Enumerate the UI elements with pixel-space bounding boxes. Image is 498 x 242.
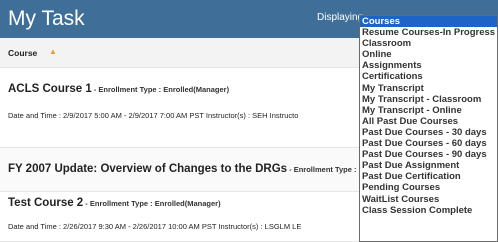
course-column-header[interactable]: Course xyxy=(8,48,37,58)
enrollment-type: - Enrollment Type : Enrolled(Manager) xyxy=(91,85,230,94)
dropdown-option-pending-courses[interactable]: Pending Courses xyxy=(360,182,497,193)
enrollment-type: - Enrollment Type : Enrolled(Manager) xyxy=(83,199,221,208)
course-schedule: Date and Time : 2/26/2017 9:30 AM - 2/26… xyxy=(8,222,302,231)
dropdown-option-classroom[interactable]: Classroom xyxy=(360,38,497,49)
dropdown-option-class-session-complete[interactable]: Class Session Complete xyxy=(360,205,497,216)
dropdown-option-online[interactable]: Online xyxy=(360,49,497,60)
dropdown-option-past-due-60[interactable]: Past Due Courses - 60 days xyxy=(360,138,497,149)
course-title[interactable]: Test Course 2 xyxy=(8,197,83,209)
dropdown-option-past-due-30[interactable]: Past Due Courses - 30 days xyxy=(360,127,497,138)
course-title[interactable]: FY 2007 Update: Overview of Changes to t… xyxy=(8,163,287,175)
dropdown-option-past-due-certification[interactable]: Past Due Certification xyxy=(360,171,497,182)
course-title-link[interactable]: FY 2007 Update: Overview of Changes to t… xyxy=(8,163,380,175)
dropdown-option-certifications[interactable]: Certifications xyxy=(360,71,497,82)
dropdown-option-transcript-classroom[interactable]: My Transcript - Classroom xyxy=(360,94,497,105)
dropdown-option-all-past-due[interactable]: All Past Due Courses xyxy=(360,116,497,127)
sort-ascending-icon[interactable]: ▲ xyxy=(49,47,57,56)
course-title-link[interactable]: Test Course 2 - Enrollment Type : Enroll… xyxy=(8,197,221,209)
dropdown-option-past-due-assignment[interactable]: Past Due Assignment xyxy=(360,160,497,171)
course-title[interactable]: ACLS Course 1 xyxy=(8,83,92,95)
dropdown-option-assignments[interactable]: Assignments xyxy=(360,60,497,71)
dropdown-option-transcript-online[interactable]: My Transcript - Online xyxy=(360,105,497,116)
course-title-link[interactable]: ACLS Course 1 - Enrollment Type : Enroll… xyxy=(8,83,229,95)
course-schedule: Date and Time : 2/9/2017 5:00 AM - 2/9/2… xyxy=(8,111,299,120)
dropdown-option-past-due-90[interactable]: Past Due Courses - 90 days xyxy=(360,149,497,160)
display-filter-dropdown[interactable]: Courses Resume Courses-In Progress Class… xyxy=(359,15,498,242)
dropdown-option-courses[interactable]: Courses xyxy=(360,16,497,28)
dropdown-option-resume-courses[interactable]: Resume Courses-In Progress xyxy=(360,27,497,38)
display-filter-label: Displaying xyxy=(317,12,364,23)
dropdown-option-waitlist-courses[interactable]: WaitList Courses xyxy=(360,194,497,205)
dropdown-option-my-transcript[interactable]: My Transcript xyxy=(360,83,497,94)
page-title: My Task xyxy=(8,7,85,30)
